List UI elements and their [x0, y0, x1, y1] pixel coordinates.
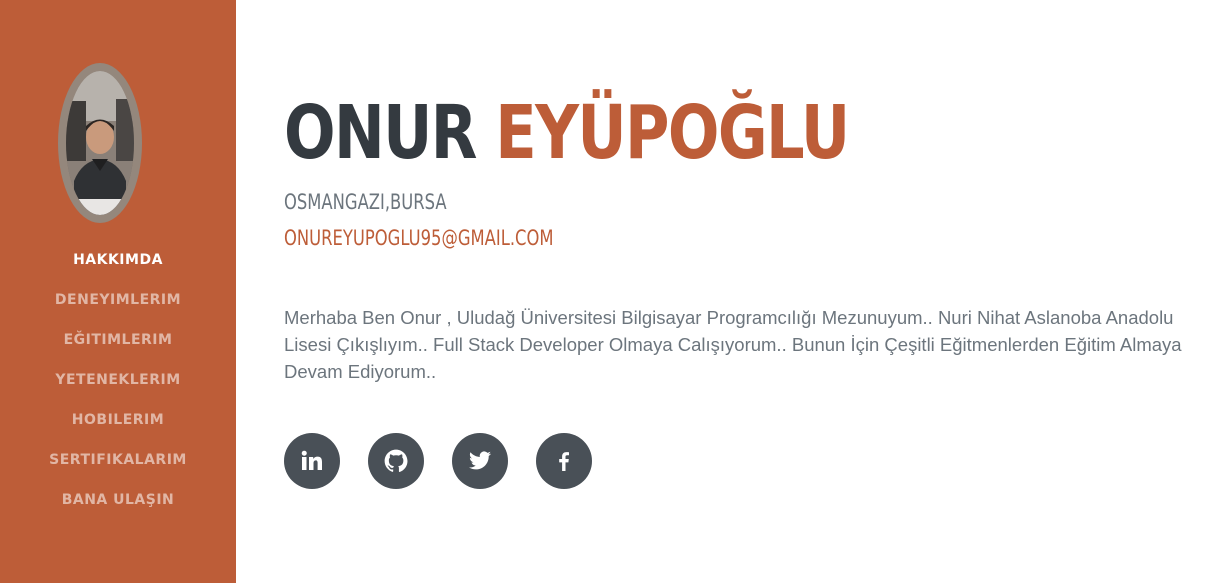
- first-name: ONUR: [284, 90, 477, 176]
- location: OSMANGAZI,BURSA: [284, 190, 447, 214]
- profile-photo: [66, 71, 134, 215]
- avatar[interactable]: [58, 63, 142, 223]
- nav-link-sertifikalarim[interactable]: SERTIFIKALARIM: [49, 452, 187, 468]
- twitter-button[interactable]: [452, 433, 508, 489]
- sidebar-item-hobilerim: HOBILERIM: [0, 400, 236, 440]
- sidebar-nav: HAKKIMDA DENEYIMLERIM EĞITIMLERIM YETENE…: [0, 240, 236, 520]
- sidebar-item-sertifikalarim: SERTIFIKALARIM: [0, 440, 236, 480]
- sidebar: HAKKIMDA DENEYIMLERIM EĞITIMLERIM YETENE…: [0, 0, 236, 583]
- sidebar-item-yeteneklerim: YETENEKLERIM: [0, 360, 236, 400]
- sidebar-item-deneyimlerim: DENEYIMLERIM: [0, 280, 236, 320]
- twitter-icon: [469, 451, 491, 470]
- nav-link-hakkimda[interactable]: HAKKIMDA: [73, 252, 163, 268]
- linkedin-button[interactable]: [284, 433, 340, 489]
- nav-link-yeteneklerim[interactable]: YETENEKLERIM: [55, 372, 180, 388]
- facebook-button[interactable]: [536, 433, 592, 489]
- nav-link-bana-ulasin[interactable]: BANA ULAŞIN: [62, 492, 175, 508]
- last-name: EYÜPOĞLU: [495, 90, 850, 176]
- facebook-icon: [559, 452, 569, 471]
- page: HAKKIMDA DENEYIMLERIM EĞITIMLERIM YETENE…: [0, 0, 1231, 583]
- email-link[interactable]: ONUREYUPOGLU95@GMAIL.COM: [284, 225, 554, 251]
- sidebar-item-egitimlerim: EĞITIMLERIM: [0, 320, 236, 360]
- sidebar-item-bana-ulasin: BANA ULAŞIN: [0, 480, 236, 520]
- github-button[interactable]: [368, 433, 424, 489]
- nav-link-egitimlerim[interactable]: EĞITIMLERIM: [64, 332, 173, 348]
- nav-link-hobilerim[interactable]: HOBILERIM: [72, 412, 164, 428]
- social-icons: [284, 433, 592, 489]
- nav-link-deneyimlerim[interactable]: DENEYIMLERIM: [55, 292, 181, 308]
- linkedin-icon: [301, 450, 322, 470]
- sidebar-item-hakkimda: HAKKIMDA: [0, 240, 236, 280]
- about-text: Merhaba Ben Onur , Uludağ Üniversitesi B…: [284, 307, 1182, 382]
- github-icon: [384, 449, 408, 472]
- page-title: ONUR EYÜPOĞLU: [284, 88, 850, 178]
